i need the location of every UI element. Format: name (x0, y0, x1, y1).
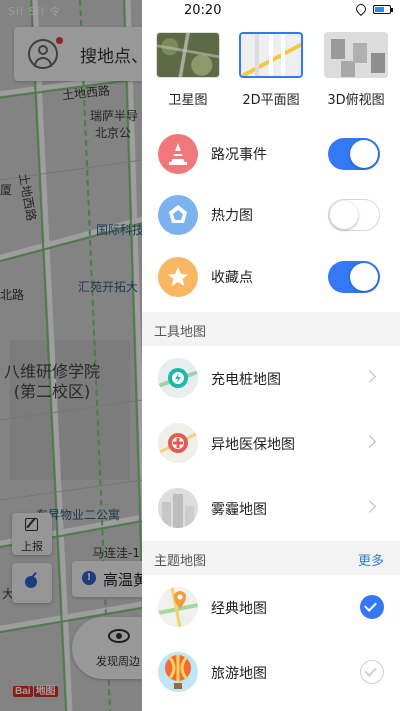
layer-label: 路况事件 (211, 147, 267, 163)
toggle-knob (350, 140, 378, 168)
theme-map-classic[interactable]: 经典地图 (142, 577, 400, 637)
theme-map-label: 旅游地图 (211, 666, 267, 682)
map-type-label: 3D俯视图 (327, 93, 385, 108)
classic-map-icon (158, 587, 198, 627)
chevron-right-icon (363, 435, 376, 448)
layer-row-heatmap[interactable]: 热力图 (142, 190, 400, 240)
tool-map-charging[interactable]: 充电桩地图 (142, 348, 400, 408)
haze-icon (158, 488, 198, 528)
checkmark-icon[interactable] (360, 595, 384, 619)
map-type-label: 2D平面图 (242, 93, 300, 108)
chevron-right-icon (363, 370, 376, 383)
heatmap-toggle[interactable] (328, 199, 380, 231)
layer-row-traffic[interactable]: 路况事件 (142, 129, 400, 179)
theme-maps-header: 主题地图 更多 (142, 541, 400, 575)
3d-map-thumbnail (324, 32, 388, 78)
battery-icon (373, 5, 393, 14)
hot-air-balloon-icon (158, 652, 198, 692)
layer-label: 热力图 (211, 208, 253, 224)
map-type-satellite[interactable]: 卫星图 (153, 32, 223, 108)
map-type-selector: 卫星图 2D平面图 3D俯视图 (142, 32, 400, 112)
layers-panel: 20:20 卫星图 2D平面图 3D俯视图 路况事件 热力图 收藏点 工具地图 … (142, 0, 400, 711)
theme-map-travel[interactable]: 旅游地图 (142, 642, 400, 702)
section-title: 主题地图 (154, 554, 207, 569)
pentagon-icon (158, 195, 198, 235)
traffic-toggle[interactable] (328, 138, 380, 170)
layer-row-favorites[interactable]: 收藏点 (142, 252, 400, 302)
tool-map-haze[interactable]: 雾霾地图 (142, 478, 400, 538)
status-time: 20:20 (184, 3, 222, 18)
status-bar: 20:20 (142, 0, 400, 22)
more-link[interactable]: 更多 (358, 550, 384, 569)
satellite-thumbnail (156, 32, 220, 78)
tool-map-medical[interactable]: 异地医保地图 (142, 413, 400, 473)
star-icon (158, 257, 198, 297)
theme-map-label: 经典地图 (211, 601, 267, 617)
traffic-cone-icon (158, 134, 198, 174)
tool-map-label: 异地医保地图 (211, 437, 295, 453)
checkmark-icon[interactable] (360, 660, 384, 684)
tool-map-label: 充电桩地图 (211, 372, 281, 388)
toggle-knob (350, 263, 378, 291)
map-type-label: 卫星图 (168, 93, 208, 108)
favorites-toggle[interactable] (328, 261, 380, 293)
section-title: 工具地图 (154, 325, 207, 340)
charging-pile-icon (158, 358, 198, 398)
flat-map-thumbnail (239, 32, 303, 78)
chevron-right-icon (363, 500, 376, 513)
location-pin-icon (353, 1, 369, 17)
map-type-3d[interactable]: 3D俯视图 (321, 32, 391, 108)
medical-insurance-icon (158, 423, 198, 463)
tool-map-label: 雾霾地图 (211, 502, 267, 518)
toggle-knob (330, 201, 358, 229)
layer-label: 收藏点 (211, 270, 253, 286)
tool-maps-header: 工具地图 (142, 312, 400, 346)
map-type-2d[interactable]: 2D平面图 (236, 32, 306, 108)
